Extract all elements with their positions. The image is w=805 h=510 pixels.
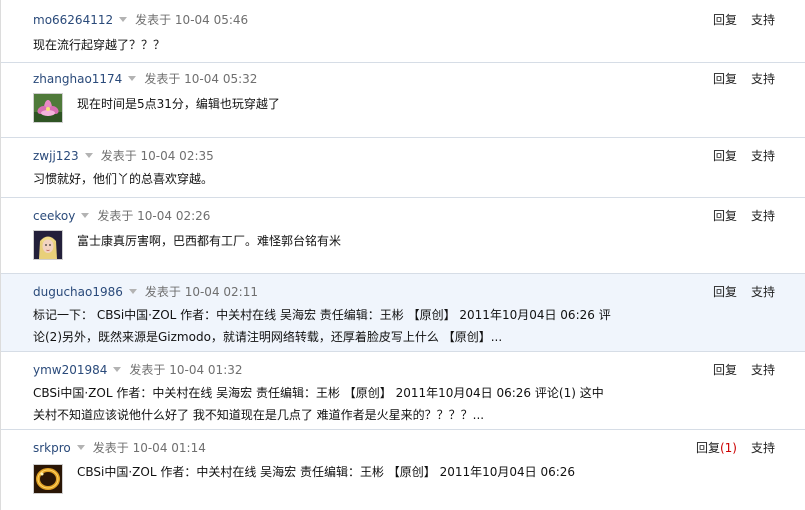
comment-text: 标记一下： CBSi中国·ZOL 作者：中关村在线 吴海宏 责任编辑：王彬 【原… [33,308,611,344]
chevron-down-icon[interactable] [128,289,137,294]
comment-text: 现在流行起穿越了？？？ [33,38,166,52]
username-link[interactable]: srkpro [33,441,71,455]
username-link[interactable]: ymw201984 [33,363,107,377]
support-button[interactable]: 支持 [751,209,775,223]
comment-item-highlighted: duguchao1986 发表于 10-04 02:11 回复 支持 标记一下： C… [1,274,805,352]
reply-button[interactable]: 回复 [713,363,737,377]
comment-item: ceekoy 发表于 10-04 02:26 回复 支持 富士康真厉害啊，巴西都有工… [1,198,805,274]
support-button[interactable]: 支持 [751,13,775,27]
username-link[interactable]: zhanghao1174 [33,72,122,86]
reply-count: (1) [719,441,737,455]
comment-item: srkpro 发表于 10-04 01:14 回复(1) 支持 CBSi中国·ZOL… [1,430,805,510]
comment-actions: 回复 支持 [699,148,775,164]
comment-text: CBSi中国·ZOL 作者：中关村在线 吴海宏 责任编辑：王彬 【原创】 201… [33,386,604,422]
comment-actions: 回复 支持 [699,362,775,378]
chevron-down-icon[interactable] [113,367,122,372]
comment-actions: 回复 支持 [699,12,775,28]
comment-text: 现在时间是5点31分，编辑也玩穿越了 [77,97,280,111]
reply-button[interactable]: 回复 [713,209,737,223]
comment-header: srkpro 发表于 10-04 01:14 [33,440,206,456]
comment-header: zwjj123 发表于 10-04 02:35 [33,148,214,164]
chevron-down-icon[interactable] [84,153,93,158]
reply-button[interactable]: 回复(1) [696,441,737,455]
comment-actions: 回复(1) 支持 [682,440,775,456]
username-link[interactable]: duguchao1986 [33,285,123,299]
chevron-down-icon[interactable] [81,213,90,218]
username-link[interactable]: zwjj123 [33,149,79,163]
comment-list: mo66264112 发表于 10-04 05:46 回复 支持 现在流行起穿越了？… [0,0,805,510]
support-button[interactable]: 支持 [751,285,775,299]
comment-header: ceekoy 发表于 10-04 02:26 [33,208,210,224]
support-button[interactable]: 支持 [751,363,775,377]
comment-actions: 回复 支持 [699,284,775,300]
chevron-down-icon[interactable] [119,17,128,22]
comment-item: zwjj123 发表于 10-04 02:35 回复 支持 习惯就好，他们丫的总喜欢… [1,138,805,198]
comment-actions: 回复 支持 [699,71,775,87]
chevron-down-icon[interactable] [128,76,137,81]
comment-header: ymw201984 发表于 10-04 01:32 [33,362,243,378]
gold-ring-avatar-icon[interactable] [33,464,63,494]
reply-button[interactable]: 回复 [713,285,737,299]
comment-text: CBSi中国·ZOL 作者：中关村在线 吴海宏 责任编辑：王彬 【原创】 201… [77,465,576,479]
support-button[interactable]: 支持 [751,441,775,455]
post-time: 发表于 10-04 02:11 [144,285,258,299]
username-link[interactable]: ceekoy [33,209,75,223]
post-time: 发表于 10-04 05:46 [135,13,249,27]
post-time: 发表于 10-04 02:35 [100,149,214,163]
blonde-girl-avatar-icon[interactable] [33,230,63,260]
comment-header: duguchao1986 发表于 10-04 02:11 [33,284,258,300]
comment-item: mo66264112 发表于 10-04 05:46 回复 支持 现在流行起穿越了？… [1,0,805,63]
lotus-flower-avatar-icon[interactable] [33,93,63,123]
chevron-down-icon[interactable] [76,445,85,450]
comment-item: zhanghao1174 发表于 10-04 05:32 回复 支持 现在时间是5点… [1,63,805,138]
comment-actions: 回复 支持 [699,208,775,224]
post-time: 发表于 10-04 01:14 [92,441,206,455]
comment-text: 习惯就好，他们丫的总喜欢穿越。 [33,172,214,186]
reply-button[interactable]: 回复 [713,72,737,86]
support-button[interactable]: 支持 [751,72,775,86]
comment-text: 富士康真厉害啊，巴西都有工厂。难怪郭台铭有米 [77,234,342,248]
support-button[interactable]: 支持 [751,149,775,163]
comment-item: ymw201984 发表于 10-04 01:32 回复 支持 CBSi中国·ZOL… [1,352,805,430]
post-time: 发表于 10-04 01:32 [129,363,243,377]
reply-button[interactable]: 回复 [713,13,737,27]
post-time: 发表于 10-04 05:32 [144,72,258,86]
reply-label: 回复 [695,441,720,455]
comment-header: zhanghao1174 发表于 10-04 05:32 [33,71,257,87]
comment-header: mo66264112 发表于 10-04 05:46 [33,12,248,28]
reply-button[interactable]: 回复 [713,149,737,163]
username-link[interactable]: mo66264112 [33,13,113,27]
post-time: 发表于 10-04 02:26 [97,209,211,223]
